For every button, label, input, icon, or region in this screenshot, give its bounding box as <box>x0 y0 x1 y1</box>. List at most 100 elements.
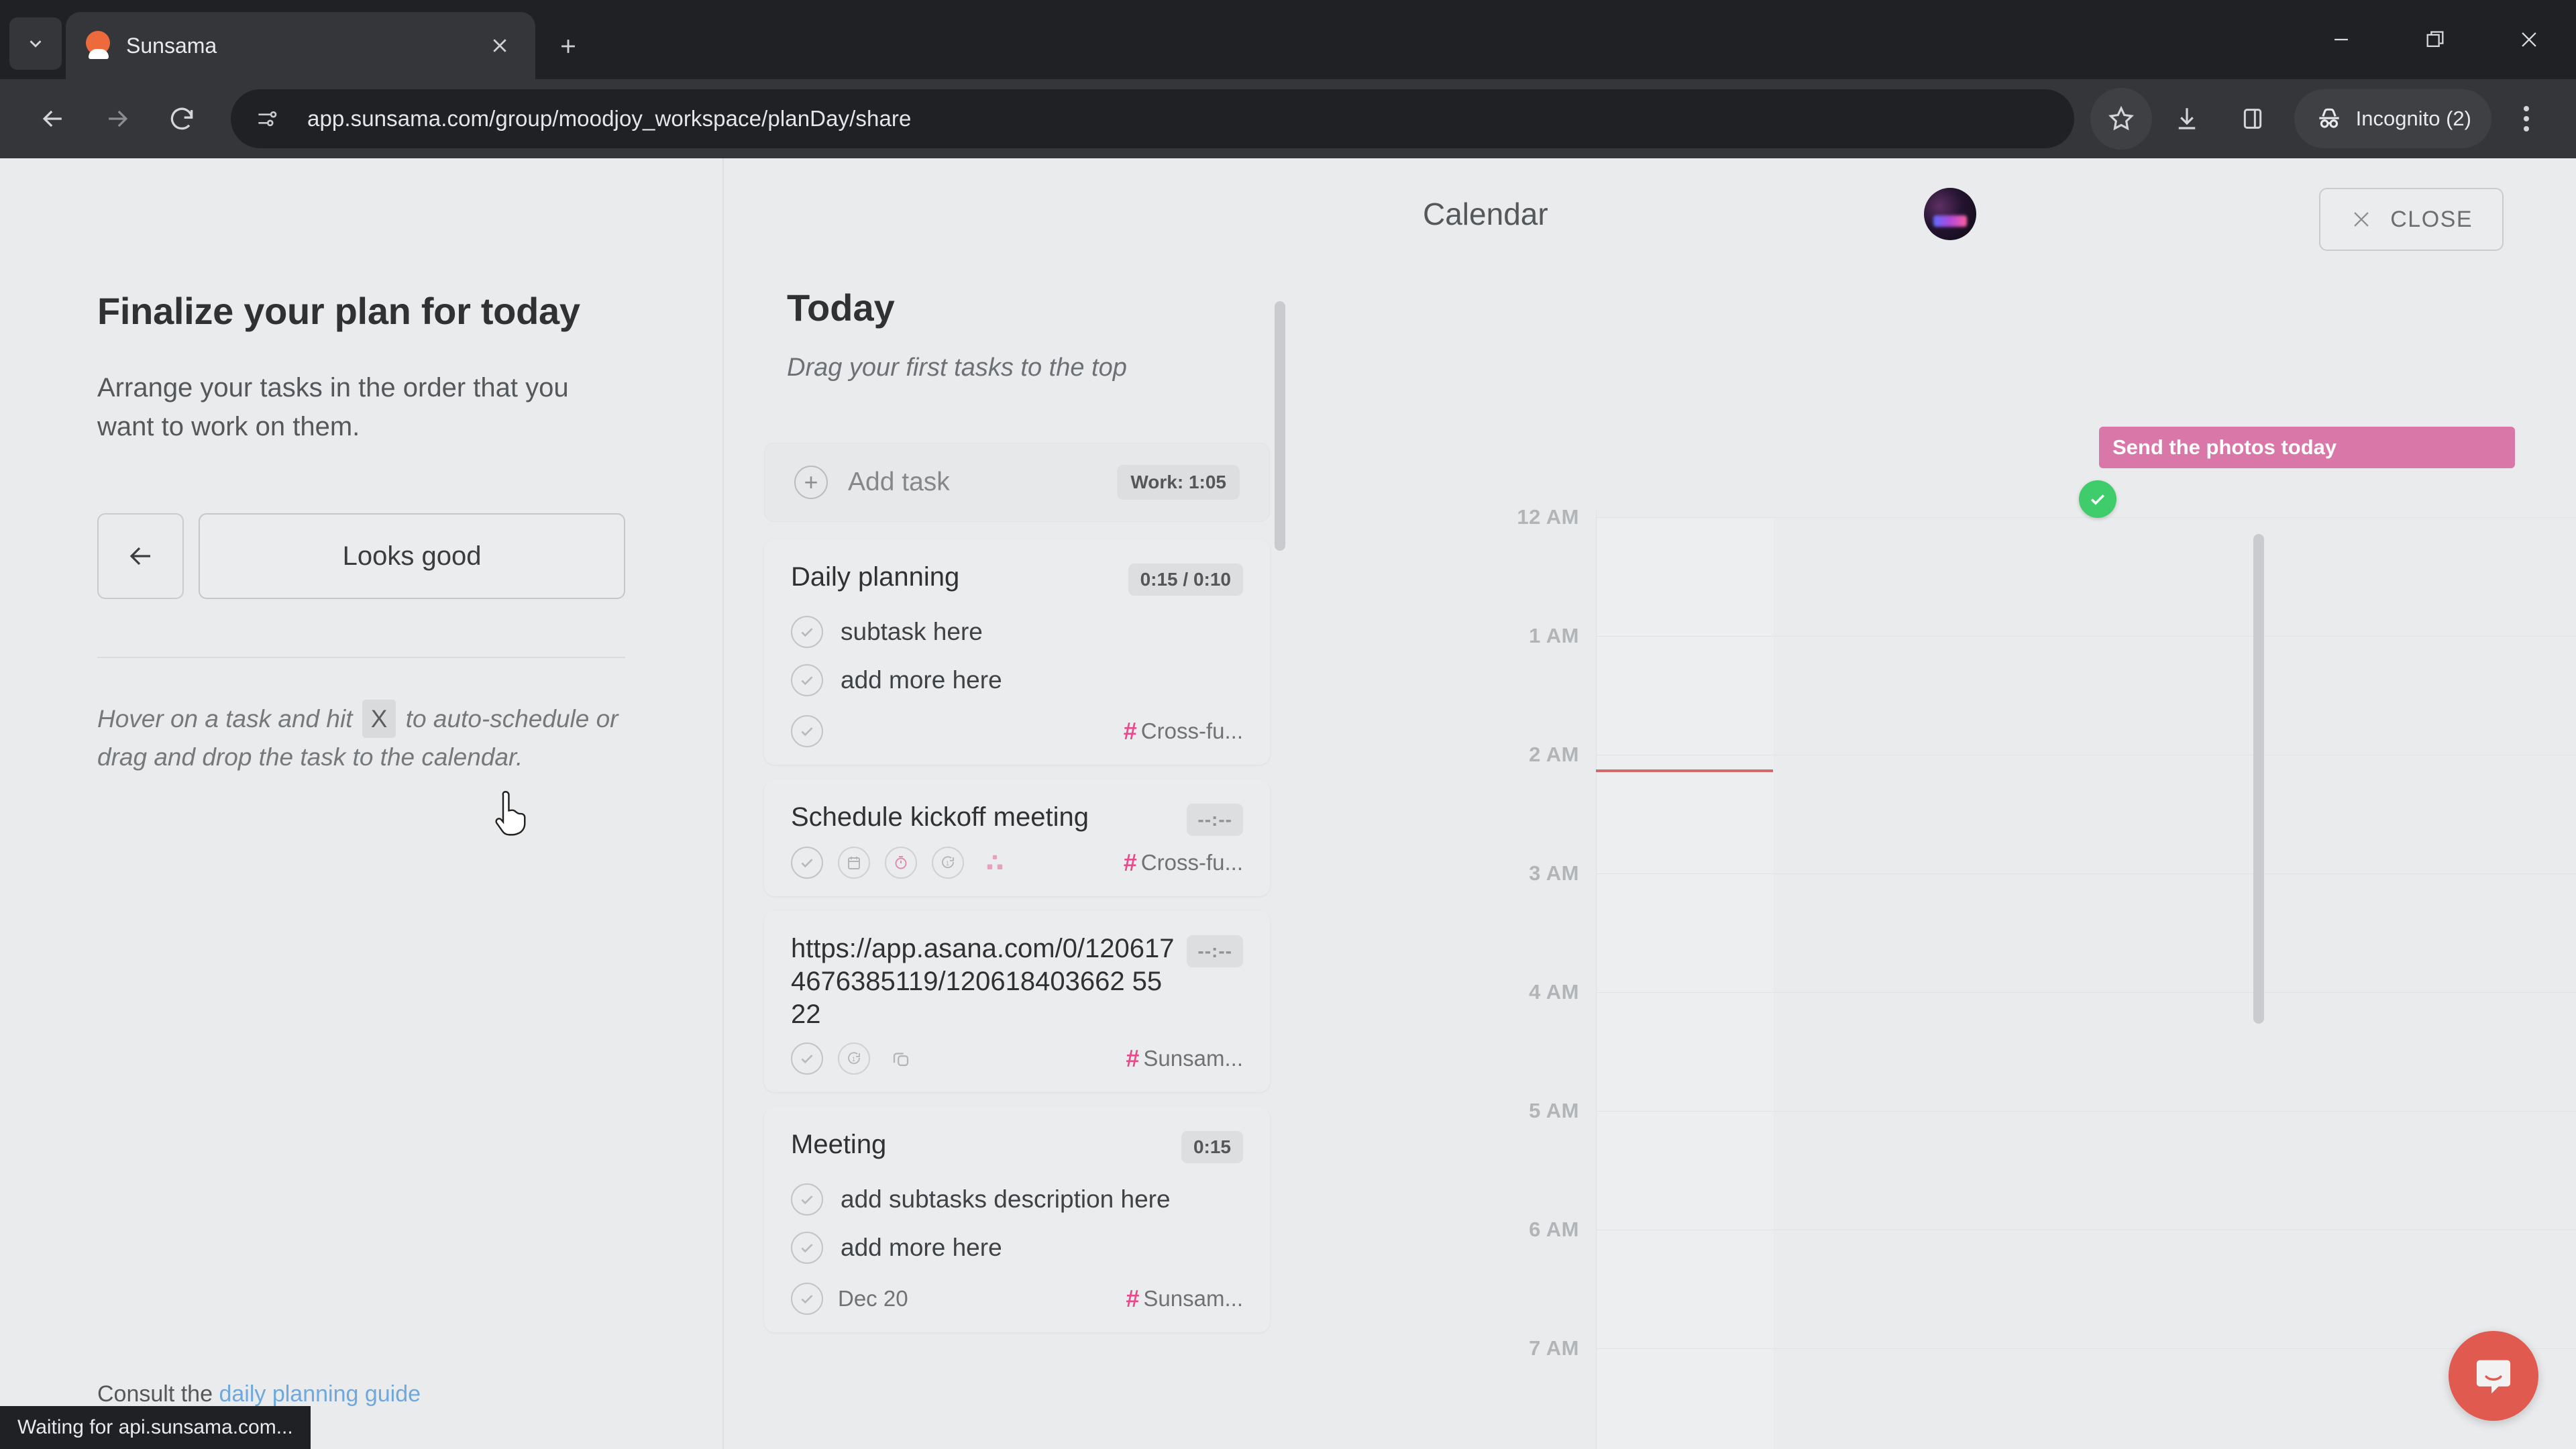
plan-day-left-panel: Finalize your plan for today Arrange you… <box>0 158 724 1449</box>
check-badge-icon <box>2079 480 2116 518</box>
calendar-all-day-event[interactable]: Send the photos today <box>2099 427 2515 468</box>
incognito-icon <box>2319 108 2339 128</box>
back-button[interactable] <box>23 89 83 149</box>
intercom-chat-icon <box>2476 1360 2511 1394</box>
window-close-button[interactable] <box>2482 0 2576 79</box>
hour-label: 5 AM <box>1529 1099 1579 1122</box>
calendar-hour-row[interactable]: 3 AM <box>1368 861 2576 992</box>
close-button[interactable]: CLOSE <box>2319 188 2504 251</box>
back-arrow-icon <box>42 110 62 127</box>
task-channel[interactable]: # Sunsam... <box>1126 1285 1243 1313</box>
check-circle-icon[interactable] <box>791 1183 823 1216</box>
sliders-icon <box>258 111 277 127</box>
tab-search-button[interactable] <box>9 17 62 70</box>
hash-icon: # <box>1126 1044 1140 1072</box>
task-due-date: Dec 20 <box>838 1285 908 1311</box>
svg-text:1: 1 <box>946 860 949 867</box>
back-step-button[interactable] <box>97 513 184 599</box>
url-text: app.sunsama.com/group/moodjoy_workspace/… <box>307 106 912 131</box>
list-item[interactable]: add more here <box>791 656 1243 704</box>
task-time-badge[interactable]: 0:15 / 0:10 <box>1128 564 1243 596</box>
window-close-icon <box>2522 32 2536 47</box>
task-channel[interactable]: # Cross-fu... <box>1124 717 1243 745</box>
task-channel[interactable]: # Sunsam... <box>1126 1044 1243 1073</box>
intercom-chat-button[interactable] <box>2449 1331 2538 1421</box>
calendar-scrollbar[interactable] <box>2253 534 2264 1024</box>
reload-button[interactable] <box>152 89 212 149</box>
download-icon <box>2178 108 2195 129</box>
task-list-scrollbar[interactable] <box>1275 301 1285 551</box>
task-channel-label: Cross-fu... <box>1140 718 1243 743</box>
address-bar[interactable]: app.sunsama.com/group/moodjoy_workspace/… <box>231 89 2074 148</box>
close-icon <box>493 39 506 52</box>
calendar-hour-row[interactable]: 12 AM <box>1368 505 2576 636</box>
task-time-badge[interactable]: 0:15 <box>1181 1130 1243 1163</box>
star-icon <box>2108 105 2134 131</box>
check-circle-icon[interactable] <box>791 664 823 696</box>
forward-button[interactable] <box>87 89 148 149</box>
bookmark-button[interactable] <box>2090 88 2152 150</box>
maximize-button[interactable] <box>2388 0 2482 79</box>
browser-menu-button[interactable] <box>2500 88 2553 150</box>
page-subtitle: Arrange your tasks in the order that you… <box>97 373 569 441</box>
calendar-hour-row[interactable]: 7 AM <box>1368 1336 2576 1449</box>
window-controls <box>2294 0 2576 79</box>
today-subtitle: Drag your first tasks to the top <box>787 354 1127 382</box>
complete-task-icon[interactable] <box>791 1282 823 1315</box>
task-row[interactable]: Meeting 0:15 add subtasks description he… <box>764 1106 1270 1332</box>
task-channel-label: Sunsam... <box>1143 1045 1243 1071</box>
page-viewport: Finalize your plan for today Arrange you… <box>0 158 2576 1449</box>
side-panel-icon <box>2243 109 2261 129</box>
profile-button[interactable]: Incognito (2) <box>2294 89 2491 148</box>
tab-close-button[interactable] <box>482 28 518 64</box>
check-circle-icon[interactable] <box>791 616 823 648</box>
calendar-hour-row[interactable]: 6 AM <box>1368 1218 2576 1348</box>
calendar-hour-row[interactable]: 5 AM <box>1368 1099 2576 1230</box>
maximize-icon <box>2426 31 2444 48</box>
looks-good-button[interactable]: Looks good <box>199 513 625 599</box>
calendar-icon[interactable] <box>838 847 870 879</box>
list-item[interactable]: subtask here <box>791 608 1243 656</box>
link-icon[interactable] <box>885 1042 917 1075</box>
subtasks-tree-icon[interactable] <box>979 847 1011 879</box>
complete-task-icon[interactable] <box>791 1042 823 1075</box>
list-item[interactable]: add more here <box>791 1224 1243 1272</box>
task-row[interactable]: Schedule kickoff meeting --:-- 1 # Cross… <box>764 780 1270 896</box>
task-time-badge[interactable]: --:-- <box>1187 804 1243 836</box>
task-channel[interactable]: # Cross-fu... <box>1124 849 1243 877</box>
complete-task-icon[interactable] <box>791 847 823 879</box>
keyboard-hint: Hover on a task and hit X to auto-schedu… <box>97 700 625 777</box>
snooze-icon[interactable]: 1 <box>932 847 964 879</box>
plus-circle-icon: + <box>794 466 828 499</box>
site-settings-icon[interactable] <box>244 96 290 142</box>
divider <box>97 657 625 658</box>
check-circle-icon[interactable] <box>791 1231 823 1264</box>
hash-icon: # <box>1123 849 1137 876</box>
calendar-hour-row[interactable]: 1 AM <box>1368 624 2576 755</box>
subtask-list: subtask here add more here <box>791 608 1243 704</box>
daily-planning-guide-link[interactable]: daily planning guide <box>219 1381 421 1407</box>
timer-icon[interactable] <box>885 847 917 879</box>
side-panel-button[interactable] <box>2222 88 2284 150</box>
hour-label: 3 AM <box>1529 861 1579 885</box>
profile-label: Incognito (2) <box>2355 107 2471 130</box>
hash-icon: # <box>1126 1284 1140 1312</box>
avatar[interactable] <box>1923 188 1976 240</box>
new-tab-button[interactable] <box>550 28 586 64</box>
calendar-grid[interactable]: 12 AM 1 AM 2 AM 3 AM 4 AM 5 AM 6 AM 7 AM… <box>1368 505 2576 1449</box>
task-row[interactable]: Daily planning 0:15 / 0:10 subtask here <box>764 539 1270 765</box>
add-task-row[interactable]: + Add task Work: 1:05 <box>764 443 1270 522</box>
list-item[interactable]: add subtasks description here <box>791 1175 1243 1224</box>
calendar-column: Calendar Send the photos today 12 AM 1 A… <box>1368 158 2576 1449</box>
task-time-badge[interactable]: --:-- <box>1187 935 1243 967</box>
complete-task-icon[interactable] <box>791 715 823 747</box>
browser-status-bar: Waiting for api.sunsama.com... <box>0 1406 311 1449</box>
left-arrow-icon <box>129 547 150 566</box>
downloads-button[interactable] <box>2156 88 2218 150</box>
calendar-hour-row[interactable]: 2 AM <box>1368 743 2576 873</box>
task-row[interactable]: https://app.asana.com/0/1206174676385119… <box>764 911 1270 1092</box>
snooze-icon[interactable]: 1 <box>838 1042 870 1075</box>
minimize-button[interactable] <box>2294 0 2388 79</box>
browser-tab[interactable]: Sunsama <box>66 12 535 79</box>
calendar-hour-row[interactable]: 4 AM <box>1368 980 2576 1111</box>
